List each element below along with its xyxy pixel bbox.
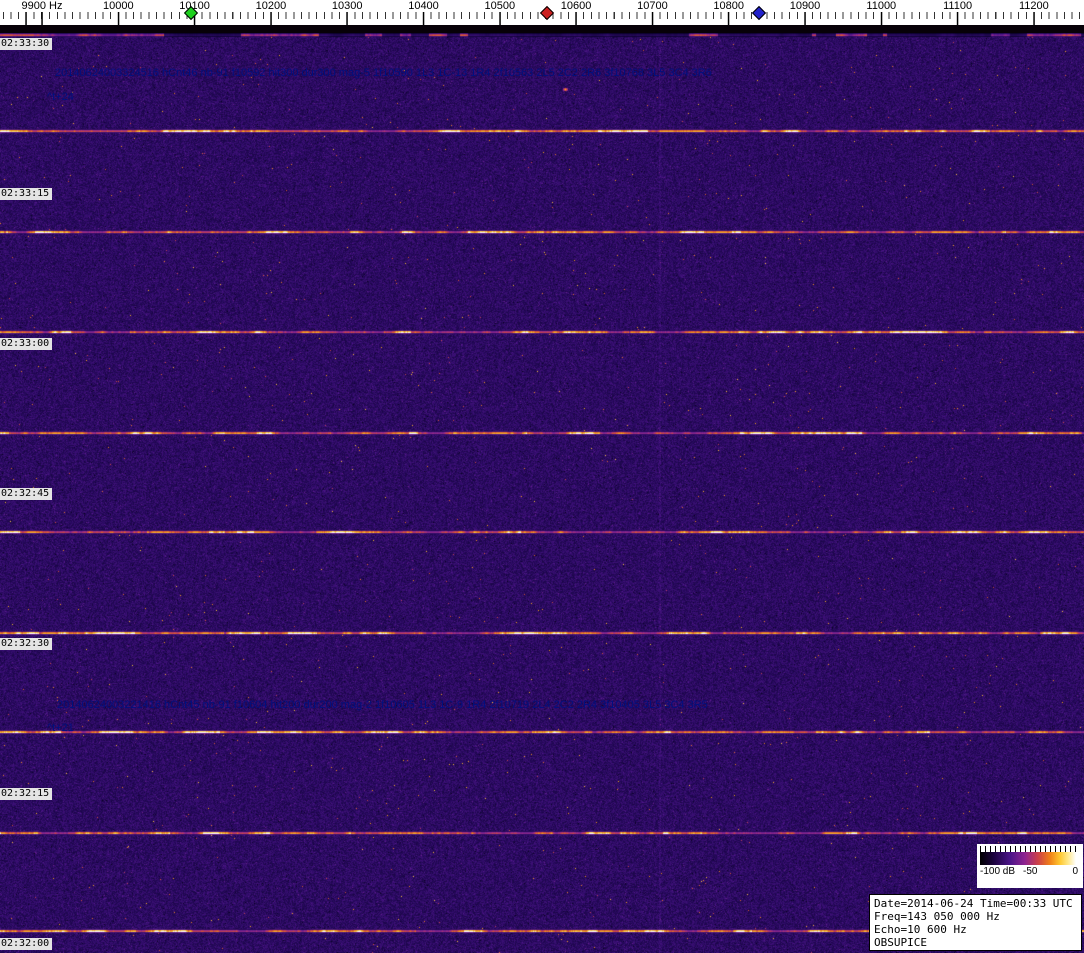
freq-tick-label: 10600 bbox=[561, 0, 592, 12]
detection-annotation-text: 20140624003324516 hCnt46 nb-91 f10592 hi… bbox=[55, 67, 712, 79]
detection-time-caret: ^t+24 bbox=[47, 91, 74, 103]
colorbar-label-min: -100 dB bbox=[980, 866, 1015, 877]
freq-tick-label: 10300 bbox=[332, 0, 363, 12]
db-colorbar-legend: -100 dB -50 0 bbox=[977, 844, 1083, 888]
waterfall-canvas bbox=[0, 33, 1084, 953]
frequency-ruler: 9900 Hz 10000 10100 10200 10300 10400 10500 106… bbox=[0, 0, 1084, 25]
colorbar-label-mid: -50 bbox=[1023, 866, 1037, 877]
info-frequency-line: Freq=143 050 000 Hz bbox=[874, 910, 1081, 923]
freq-tick-label: 10000 bbox=[103, 0, 134, 12]
detection-annotation-text: 20140624003221416 hCnt45 nb-91 f10604 hi… bbox=[57, 699, 708, 711]
ruler-baseline-strip bbox=[0, 25, 1084, 33]
freq-tick-label: 11100 bbox=[943, 0, 972, 12]
time-axis-label: 02:32:00 bbox=[0, 938, 52, 950]
time-axis-label: 02:32:45 bbox=[0, 488, 52, 500]
info-echo-line: Echo=10 600 Hz bbox=[874, 923, 1081, 936]
freq-tick-label: 10900 bbox=[790, 0, 821, 12]
colorbar-gradient bbox=[980, 852, 1080, 865]
freq-tick-label: 10700 bbox=[637, 0, 668, 12]
colorbar-label-max: 0 bbox=[1072, 866, 1078, 877]
info-date-time-line: Date=2014-06-24 Time=00:33 UTC bbox=[874, 897, 1081, 910]
time-axis-label: 02:32:30 bbox=[0, 638, 52, 650]
freq-tick-label: 10200 bbox=[256, 0, 287, 12]
time-axis-label: 02:33:00 bbox=[0, 338, 52, 350]
freq-tick-label: 11200 bbox=[1019, 0, 1049, 12]
detection-time-caret: ^t+21 bbox=[47, 722, 74, 734]
time-axis-label: 02:33:30 bbox=[0, 38, 52, 50]
time-axis-label: 02:33:15 bbox=[0, 188, 52, 200]
freq-tick-label: 10400 bbox=[408, 0, 439, 12]
freq-tick-label: 9900 Hz bbox=[22, 0, 63, 12]
freq-tick-label: 10500 bbox=[485, 0, 516, 12]
info-station-line: OBSUPICE bbox=[874, 936, 1081, 949]
freq-tick-label: 11000 bbox=[866, 0, 896, 12]
observation-info-box: Date=2014-06-24 Time=00:33 UTC Freq=143 … bbox=[869, 894, 1082, 951]
spectrogram-screen: 9900 Hz 10000 10100 10200 10300 10400 10500 106… bbox=[0, 0, 1084, 953]
freq-tick-label: 10800 bbox=[713, 0, 744, 12]
colorbar-labels: -100 dB -50 0 bbox=[977, 865, 1083, 880]
time-axis-label: 02:32:15 bbox=[0, 788, 52, 800]
